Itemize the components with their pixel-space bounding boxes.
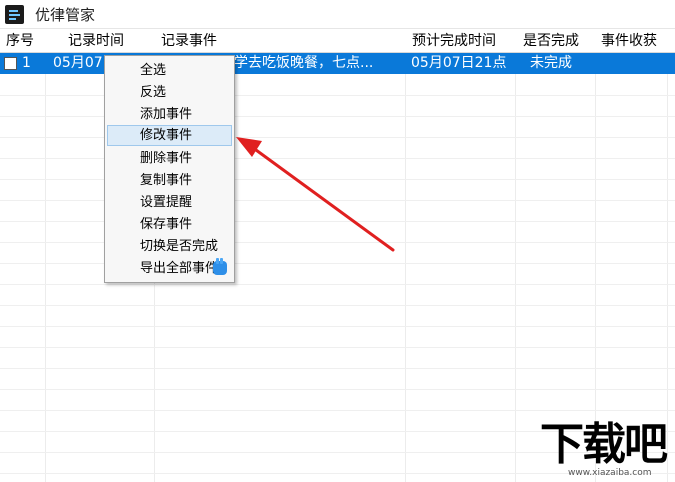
watermark-logo: 下载吧 www.xiazaiba.com (538, 420, 672, 480)
watermark-title: 下载吧 (540, 419, 668, 470)
annotation-overlay (213, 137, 395, 275)
cursor-hand-icon (213, 258, 227, 275)
watermark-url: www.xiazaiba.com (568, 468, 652, 478)
red-arrow-icon (236, 137, 395, 252)
